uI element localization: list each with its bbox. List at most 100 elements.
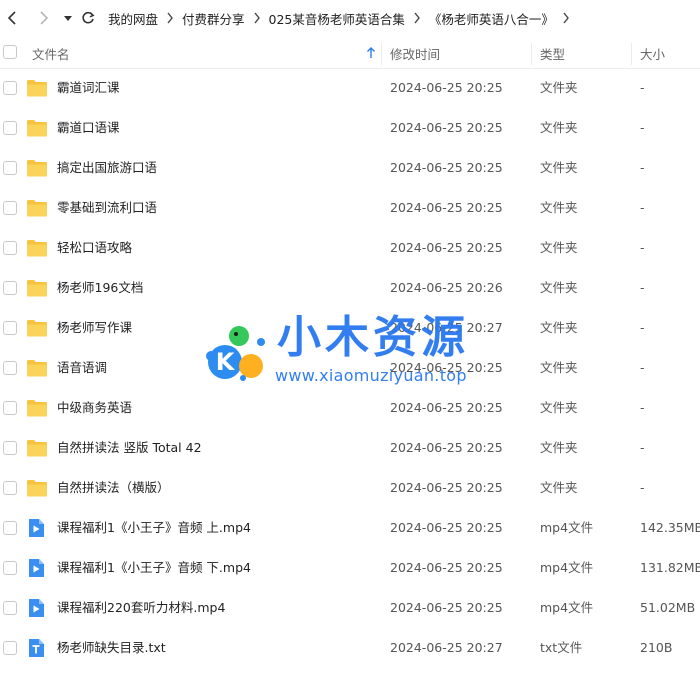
file-row[interactable]: 搞定出国旅游口语 2024-06-25 20:25 文件夹 - <box>0 148 700 188</box>
row-checkbox[interactable] <box>3 481 17 495</box>
caret-down-icon <box>64 16 72 21</box>
file-size: - <box>640 160 645 175</box>
file-modified-time: 2024-06-25 20:25 <box>390 200 503 215</box>
column-header-modified[interactable]: 修改时间 <box>390 37 440 69</box>
file-type: 文件夹 <box>540 440 578 455</box>
select-all-checkbox[interactable] <box>3 45 17 59</box>
folder-icon <box>26 318 47 338</box>
folder-icon <box>26 78 47 98</box>
file-row[interactable]: 语音语调 2024-06-25 20:25 文件夹 - <box>0 348 700 388</box>
file-type: 文件夹 <box>540 400 578 415</box>
file-type: 文件夹 <box>540 160 578 175</box>
breadcrumb-item-collection[interactable]: 025某音杨老师英语合集 <box>269 9 405 28</box>
row-checkbox[interactable] <box>3 281 17 295</box>
video-file-icon <box>26 598 46 618</box>
row-checkbox[interactable] <box>3 121 17 135</box>
file-size: - <box>640 80 645 95</box>
file-name[interactable]: 霸道口语课 <box>57 108 120 148</box>
file-row[interactable]: 中级商务英语 2024-06-25 20:25 文件夹 - <box>0 388 700 428</box>
video-file-icon <box>26 558 46 578</box>
text-file-icon <box>26 638 46 658</box>
file-row[interactable]: 课程福利220套听力材料.mp4 2024-06-25 20:25 mp4文件 51.… <box>0 588 700 628</box>
file-row[interactable]: 自然拼读法（横版） 2024-06-25 20:25 文件夹 - <box>0 468 700 508</box>
file-row[interactable]: 轻松口语攻略 2024-06-25 20:25 文件夹 - <box>0 228 700 268</box>
row-checkbox[interactable] <box>3 521 17 535</box>
file-row[interactable]: 霸道口语课 2024-06-25 20:25 文件夹 - <box>0 108 700 148</box>
file-name[interactable]: 轻松口语攻略 <box>57 228 132 268</box>
row-checkbox[interactable] <box>3 561 17 575</box>
column-divider <box>631 43 632 65</box>
history-dropdown-button[interactable] <box>60 0 76 36</box>
file-row[interactable]: 杨老师写作课 2024-06-25 20:27 文件夹 - <box>0 308 700 348</box>
file-row[interactable]: 杨老师缺失目录.txt 2024-06-25 20:27 txt文件 210B <box>0 628 700 668</box>
breadcrumb-item-share[interactable]: 付费群分享 <box>182 9 245 28</box>
row-checkbox[interactable] <box>3 201 17 215</box>
column-header-name-label: 文件名 <box>32 46 70 62</box>
row-checkbox[interactable] <box>3 641 17 655</box>
file-name[interactable]: 课程福利1《小王子》音频 下.mp4 <box>57 548 251 588</box>
chevron-right-icon <box>253 12 261 24</box>
row-checkbox[interactable] <box>3 161 17 175</box>
file-modified-time: 2024-06-25 20:25 <box>390 120 503 135</box>
file-row[interactable]: 杨老师196文档 2024-06-25 20:26 文件夹 - <box>0 268 700 308</box>
file-type: 文件夹 <box>540 480 578 495</box>
file-modified-time: 2024-06-25 20:25 <box>390 160 503 175</box>
file-size: 142.35MB <box>640 520 700 535</box>
file-name[interactable]: 杨老师缺失目录.txt <box>57 628 166 668</box>
file-name[interactable]: 杨老师写作课 <box>57 308 132 348</box>
row-checkbox[interactable] <box>3 361 17 375</box>
forward-button[interactable] <box>32 0 56 36</box>
refresh-icon <box>82 11 95 24</box>
file-row[interactable]: 自然拼读法 竖版 Total 42 2024-06-25 20:25 文件夹 - <box>0 428 700 468</box>
file-name[interactable]: 语音语调 <box>57 348 107 388</box>
file-name[interactable]: 中级商务英语 <box>57 388 132 428</box>
column-divider <box>531 43 532 65</box>
row-checkbox[interactable] <box>3 81 17 95</box>
file-modified-time: 2024-06-25 20:25 <box>390 80 503 95</box>
file-name[interactable]: 课程福利220套听力材料.mp4 <box>57 588 225 628</box>
file-row[interactable]: 零基础到流利口语 2024-06-25 20:25 文件夹 - <box>0 188 700 228</box>
file-type: 文件夹 <box>540 240 578 255</box>
file-type: 文件夹 <box>540 120 578 135</box>
sort-ascending-icon[interactable] <box>366 37 376 69</box>
column-header-size[interactable]: 大小 <box>640 37 665 69</box>
file-row[interactable]: 霸道词汇课 2024-06-25 20:25 文件夹 - <box>0 68 700 108</box>
row-checkbox[interactable] <box>3 321 17 335</box>
file-name[interactable]: 零基础到流利口语 <box>57 188 157 228</box>
file-size: 210B <box>640 640 673 655</box>
file-size: 131.82MB <box>640 560 700 575</box>
breadcrumb-item-current[interactable]: 《杨老师英语八合一》 <box>429 9 554 28</box>
file-row[interactable]: 课程福利1《小王子》音频 下.mp4 2024-06-25 20:25 mp4文件 1… <box>0 548 700 588</box>
file-name[interactable]: 自然拼读法 竖版 Total 42 <box>57 428 202 468</box>
column-header-name[interactable]: 文件名 <box>32 37 70 69</box>
file-name[interactable]: 课程福利1《小王子》音频 上.mp4 <box>57 508 251 548</box>
row-checkbox[interactable] <box>3 441 17 455</box>
column-header-size-label: 大小 <box>640 46 666 62</box>
file-row[interactable]: 课程福利1《小王子》音频 上.mp4 2024-06-25 20:25 mp4文件 1… <box>0 508 700 548</box>
file-modified-time: 2024-06-25 20:25 <box>390 360 503 375</box>
file-type: 文件夹 <box>540 320 578 335</box>
file-modified-time: 2024-06-25 20:25 <box>390 480 503 495</box>
file-size: - <box>640 280 645 295</box>
chevron-right-icon <box>413 12 421 24</box>
row-checkbox[interactable] <box>3 601 17 615</box>
row-checkbox[interactable] <box>3 401 17 415</box>
breadcrumb: 我的网盘 付费群分享 025某音杨老师英语合集 《杨老师英语八合一》 <box>108 9 578 28</box>
file-modified-time: 2024-06-25 20:27 <box>390 320 503 335</box>
chevron-right-icon <box>166 12 174 24</box>
file-name[interactable]: 霸道词汇课 <box>57 68 120 108</box>
row-checkbox[interactable] <box>3 241 17 255</box>
folder-icon <box>26 438 47 458</box>
file-name[interactable]: 杨老师196文档 <box>57 268 143 308</box>
refresh-button[interactable] <box>78 0 98 36</box>
file-name[interactable]: 搞定出国旅游口语 <box>57 148 157 188</box>
file-size: - <box>640 480 645 495</box>
column-header-type[interactable]: 类型 <box>540 37 565 69</box>
folder-icon <box>26 278 47 298</box>
file-name[interactable]: 自然拼读法（横版） <box>57 468 170 508</box>
file-modified-time: 2024-06-25 20:25 <box>390 600 503 615</box>
breadcrumb-item-root[interactable]: 我的网盘 <box>108 9 158 28</box>
file-size: - <box>640 200 645 215</box>
file-modified-time: 2024-06-25 20:27 <box>390 640 503 655</box>
back-button[interactable] <box>0 0 24 36</box>
